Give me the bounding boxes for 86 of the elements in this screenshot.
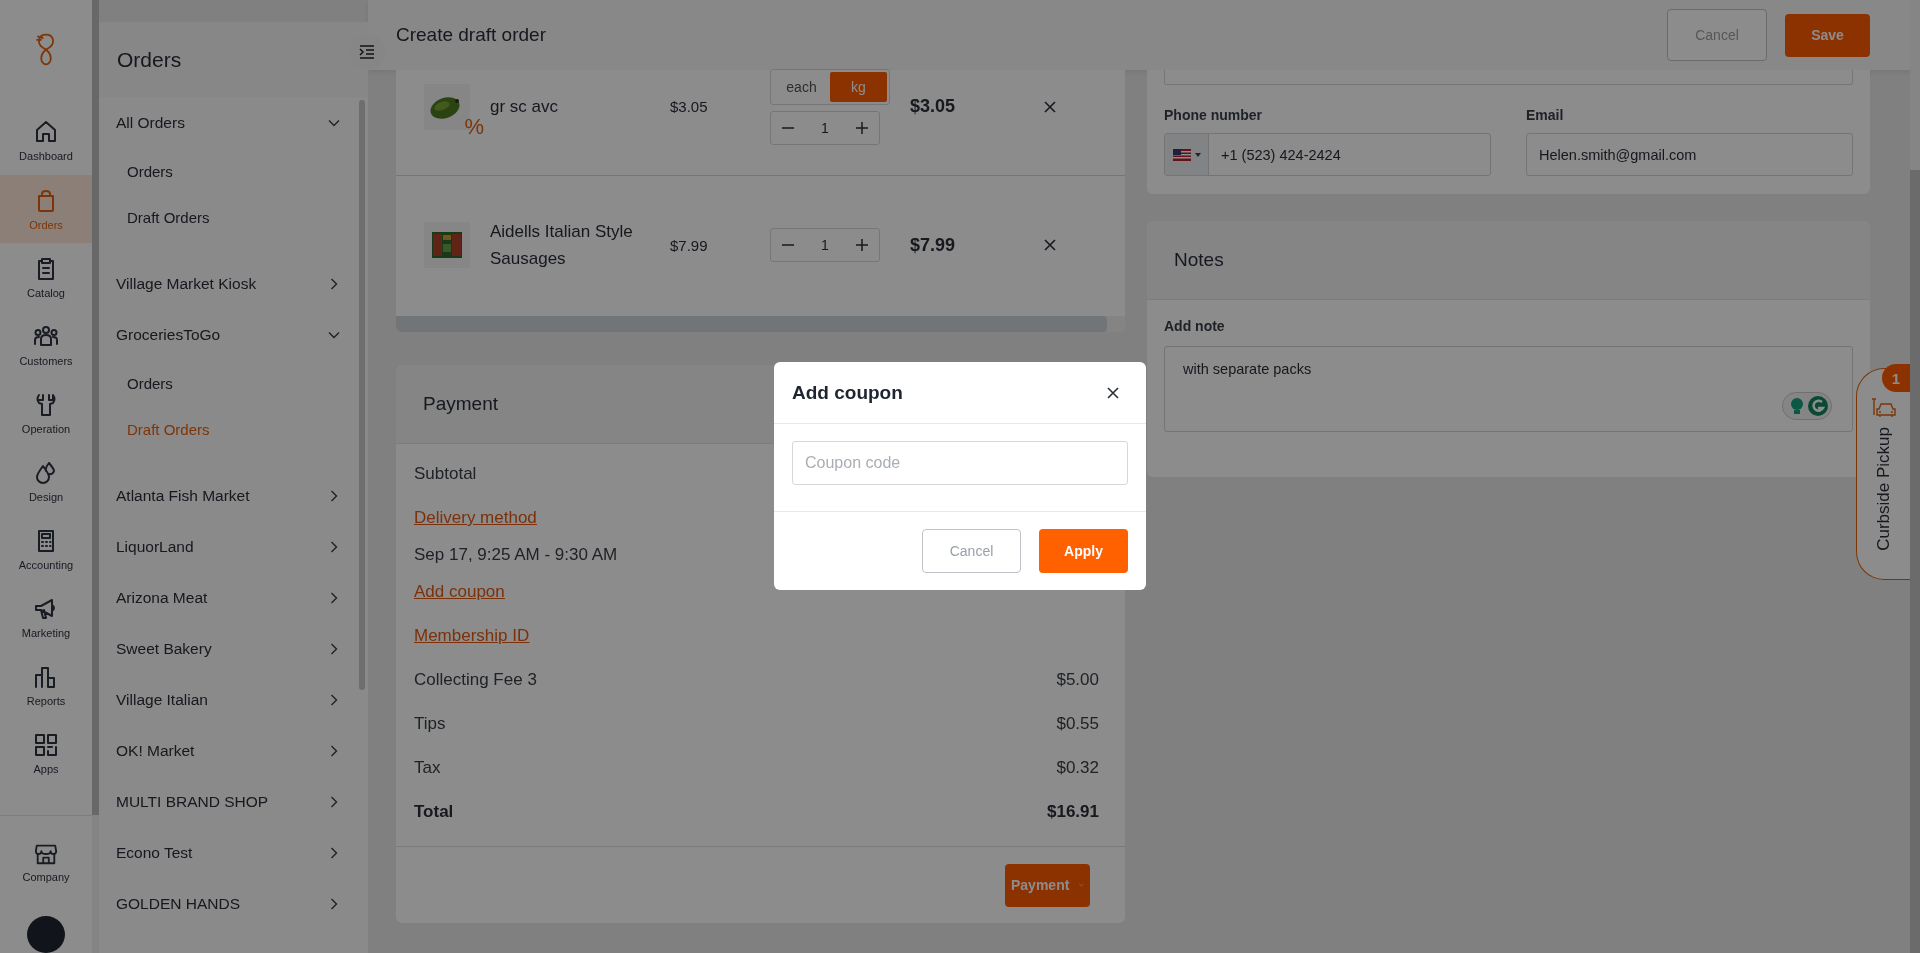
sidebar-item[interactable]: GOLDEN HANDS [99, 878, 368, 929]
discount-label: % [464, 113, 484, 140]
close-icon[interactable] [1107, 386, 1119, 399]
nav-item[interactable]: Operation [0, 379, 92, 448]
row-value: $0.55 [1056, 714, 1099, 734]
indent-icon [359, 45, 375, 59]
link[interactable]: Membership ID [414, 626, 530, 646]
field-label: Email [1526, 107, 1565, 123]
sidebar-item[interactable]: OK! Market [99, 725, 368, 776]
sidebar-subitem[interactable]: Draft Orders [99, 194, 368, 240]
flag-icon [1172, 148, 1191, 161]
note-field[interactable]: with separate packs [1164, 346, 1853, 432]
row-label: Tax [414, 758, 441, 778]
sidebar-item[interactable]: Village Market Kiosk [99, 258, 368, 309]
sidebar-subitem[interactable]: Orders [99, 360, 368, 406]
line-total: $7.99 [910, 234, 957, 256]
page-title: Create draft order [396, 24, 546, 46]
row-value: $0.32 [1056, 758, 1099, 778]
caret-icon [1194, 152, 1201, 157]
nav-item[interactable]: Catalog [0, 243, 92, 312]
card-title: Notes [1174, 249, 1224, 271]
phone-field[interactable]: +1 (523) 424-2424 [1164, 133, 1491, 176]
chevron-right-icon [328, 540, 340, 553]
chevron-right-icon [328, 897, 340, 910]
grid-icon [33, 731, 59, 758]
row-label: Tips [414, 714, 446, 734]
row-value: $16.91 [1047, 802, 1099, 822]
product-name: gr sc avc [490, 96, 560, 118]
chevron-right-icon [328, 489, 340, 502]
nav-item[interactable]: Dashboard [0, 107, 92, 175]
plus-icon[interactable] [855, 238, 869, 252]
sidebar-item[interactable]: Village Italian [99, 674, 368, 725]
nav-item[interactable]: Accounting [0, 515, 92, 584]
sidebar-item[interactable]: LiquorLand [99, 521, 368, 572]
avatar-icon[interactable] [27, 916, 65, 953]
nav-item[interactable]: Reports [0, 651, 92, 720]
chevron-right-icon [328, 693, 340, 706]
chevron-right-icon [328, 795, 340, 808]
scrollbar[interactable] [92, 0, 99, 815]
nav-item[interactable]: Apps [0, 719, 92, 788]
row-label: Sep 17, 9:25 AM - 9:30 AM [414, 545, 618, 565]
field-label: Add note [1164, 318, 1226, 334]
row-label: Subtotal [414, 464, 477, 484]
apply-button[interactable]: Apply [1039, 529, 1128, 573]
cancel-button[interactable]: Cancel [922, 529, 1021, 573]
row-label: Total [414, 802, 454, 822]
company-nav-item[interactable]: Company [0, 828, 92, 897]
count-badge: 1 [1882, 364, 1910, 392]
quantity-stepper[interactable]: 1 [770, 228, 880, 262]
card-title: Payment [423, 393, 498, 415]
link[interactable]: Delivery method [414, 508, 537, 528]
nav-item[interactable]: Design [0, 447, 92, 516]
plus-icon[interactable] [855, 120, 869, 135]
dialog-title: Add coupon [792, 381, 903, 404]
sidebar-subitem[interactable]: Orders [99, 148, 368, 194]
chevron-right-icon [328, 846, 340, 859]
row-label: Collecting Fee 3 [414, 670, 537, 690]
nav-item[interactable]: Marketing [0, 583, 92, 652]
email-field[interactable]: Helen.smith@gmail.com [1526, 133, 1853, 176]
field-label: Phone number [1164, 107, 1263, 123]
sidebar-title: Orders [117, 47, 182, 72]
sidebar-item[interactable]: All Orders [99, 97, 368, 148]
scrollbar[interactable] [396, 316, 1107, 332]
link[interactable]: Add coupon [414, 582, 505, 602]
writing-assistant-icon[interactable] [1782, 392, 1832, 420]
car-icon [1870, 397, 1897, 419]
country-select[interactable] [1165, 134, 1209, 175]
product-name: Aidells Italian Style Sausages [490, 221, 634, 270]
unit-price: $3.05 [670, 98, 709, 115]
sidebar-item[interactable]: Atlanta Fish Market [99, 470, 368, 521]
chevron-right-icon [328, 744, 340, 757]
quantity-stepper[interactable]: 1 [770, 110, 880, 145]
scrollbar[interactable] [1910, 170, 1920, 953]
nav-item[interactable]: Customers [0, 311, 92, 380]
chevron-right-icon [328, 591, 340, 604]
sidebar-item[interactable]: MULTI BRAND SHOP [99, 776, 368, 827]
chevron-right-icon [328, 277, 340, 290]
coupon-code-field[interactable]: Coupon code [792, 441, 1128, 485]
sidebar-item[interactable]: Econo Test [99, 827, 368, 878]
sidebar-item[interactable]: GroceriesToGo [99, 309, 368, 360]
sidebar-item[interactable]: Arizona Meat [99, 572, 368, 623]
sidebar-item[interactable]: Sweet Bakery [99, 623, 368, 674]
row-value: $5.00 [1056, 670, 1099, 690]
chevron-right-icon [328, 642, 340, 655]
unit-price: $7.99 [670, 236, 709, 254]
line-total: $3.05 [910, 96, 957, 117]
